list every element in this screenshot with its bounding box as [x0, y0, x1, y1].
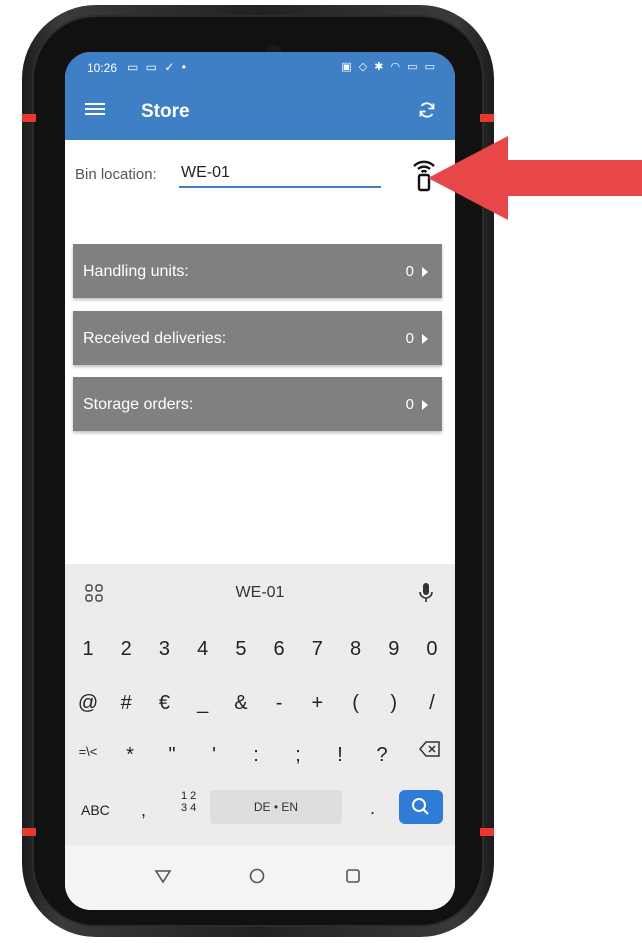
keyboard-row-more-symbols: =\< * " ' : ; ! ?	[75, 744, 395, 767]
keyboard-row-numbers: 1 2 3 4 5 6 7 8 9 0	[75, 638, 445, 661]
chevron-right-icon	[422, 400, 428, 410]
chevron-right-icon	[422, 267, 428, 277]
key[interactable]: 7	[304, 638, 330, 661]
red-arrow-annotation	[428, 136, 642, 220]
key[interactable]: '	[201, 744, 227, 767]
backspace-icon[interactable]	[419, 740, 441, 758]
app-bar: Store	[65, 82, 455, 140]
space-key[interactable]: DE • EN	[210, 790, 342, 824]
status-bar: 10:26 ▭ ▭ ✓ • ▣ ◇ ✱ ◠ ▭ ▭	[65, 52, 455, 82]
home-circle-icon[interactable]	[247, 866, 267, 886]
key[interactable]: )	[381, 692, 407, 715]
refresh-icon[interactable]	[417, 100, 437, 120]
key[interactable]: (	[343, 692, 369, 715]
key[interactable]: 6	[266, 638, 292, 661]
list-item-received-deliveries[interactable]: Received deliveries: 0	[73, 311, 442, 365]
key[interactable]: :	[243, 744, 269, 767]
chevron-right-icon	[422, 334, 428, 344]
bumper-accent	[480, 828, 494, 836]
list-item-storage-orders[interactable]: Storage orders: 0	[73, 377, 442, 431]
key[interactable]: 3	[151, 638, 177, 661]
bumper-accent	[22, 828, 36, 836]
fraction-bottom: 3 4	[181, 802, 197, 814]
fraction-top: 1 2	[181, 790, 197, 802]
key[interactable]: "	[159, 744, 185, 767]
recent-apps-icon[interactable]	[343, 866, 363, 886]
list-item-label: Received deliveries:	[83, 330, 227, 347]
system-status-icons: ▣ ◇ ✱ ◠ ▭ ▭	[341, 61, 437, 73]
bin-location-input[interactable]	[179, 160, 381, 188]
period-key[interactable]: .	[370, 798, 375, 819]
key[interactable]: !	[327, 744, 353, 767]
bumper-accent	[480, 114, 494, 122]
key[interactable]: 9	[381, 638, 407, 661]
bin-location-label: Bin location:	[75, 166, 157, 183]
key[interactable]: -	[266, 692, 292, 715]
search-icon	[412, 798, 429, 815]
search-button[interactable]	[399, 790, 443, 824]
key[interactable]: &	[228, 692, 254, 715]
abc-key[interactable]: ABC	[81, 802, 110, 818]
key[interactable]: /	[419, 692, 445, 715]
key[interactable]: 0	[419, 638, 445, 661]
page-title: Store	[141, 101, 190, 122]
device-screen: 10:26 ▭ ▭ ✓ • ▣ ◇ ✱ ◠ ▭ ▭ Store Bin loca…	[65, 52, 455, 910]
keyboard-suggestion[interactable]: WE-01	[65, 584, 455, 602]
key[interactable]: @	[75, 692, 101, 715]
key[interactable]: 4	[190, 638, 216, 661]
key[interactable]: ;	[285, 744, 311, 767]
back-triangle-icon[interactable]	[153, 866, 173, 886]
key[interactable]: 2	[113, 638, 139, 661]
microphone-icon[interactable]	[417, 582, 435, 604]
list-item-count: 0	[405, 396, 414, 413]
list-item-count: 0	[405, 330, 414, 347]
comma-key[interactable]: ,	[141, 800, 146, 821]
list-item-label: Storage orders:	[83, 396, 194, 413]
list-item-label: Handling units:	[83, 263, 189, 280]
key[interactable]: €	[151, 692, 177, 715]
navigation-bar	[65, 846, 455, 910]
list-item-handling-units[interactable]: Handling units: 0	[73, 244, 442, 298]
key[interactable]: _	[190, 692, 216, 715]
key[interactable]: +	[304, 692, 330, 715]
key[interactable]: =\<	[75, 744, 101, 767]
list-item-count: 0	[405, 263, 414, 280]
key[interactable]: 5	[228, 638, 254, 661]
hamburger-icon[interactable]	[85, 100, 105, 120]
key[interactable]: ?	[369, 744, 395, 767]
status-time: 10:26	[87, 61, 118, 75]
notification-icons: ▭ ▭ ✓ •	[127, 60, 188, 74]
fraction-key[interactable]: 1 2 3 4	[181, 790, 196, 814]
key[interactable]: *	[117, 744, 143, 767]
bumper-accent	[22, 114, 36, 122]
soft-keyboard: WE-01 1 2 3 4 5 6 7 8 9 0 @ # € _ & - + …	[65, 564, 455, 846]
key[interactable]: #	[113, 692, 139, 715]
keyboard-row-symbols: @ # € _ & - + ( ) /	[75, 692, 445, 715]
key[interactable]: 1	[75, 638, 101, 661]
key[interactable]: 8	[343, 638, 369, 661]
